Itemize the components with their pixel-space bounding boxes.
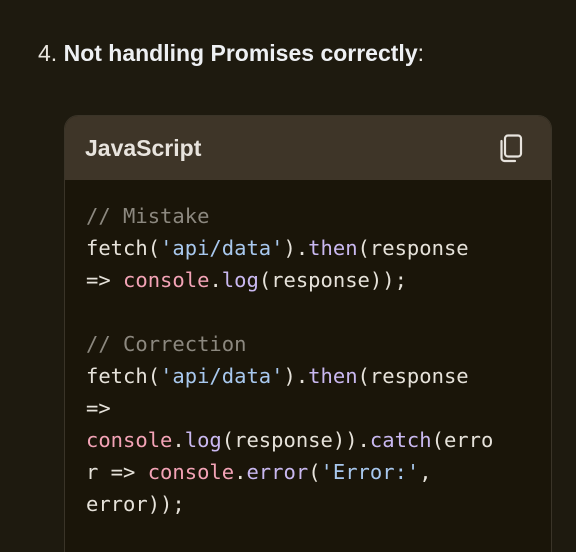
list-number: 4. <box>38 40 58 66</box>
code-token: console <box>86 428 173 452</box>
code-token: then <box>308 236 358 260</box>
code-token: (erro <box>431 428 494 452</box>
copy-code-button[interactable] <box>497 132 525 164</box>
code-token: ). <box>283 364 309 388</box>
code-token: , <box>419 460 432 484</box>
code-block-header: JavaScript <box>65 116 551 180</box>
code-line: error)); <box>86 488 531 520</box>
code-token: . <box>172 428 185 452</box>
code-token: 'Error:' <box>320 460 420 484</box>
code-token: log <box>221 268 259 292</box>
code-token: => <box>86 268 124 292</box>
code-line: fetch('api/data').then(response <box>86 232 531 264</box>
code-token: 'api/data' <box>160 236 284 260</box>
list-item-heading: 4. Not handling Promises correctly: <box>38 38 424 68</box>
code-token: console <box>123 268 210 292</box>
code-line: r => console.error('Error:', <box>86 456 531 488</box>
code-token: log <box>184 428 222 452</box>
code-line: fetch('api/data').then(response <box>86 360 531 392</box>
code-line: => <box>86 392 531 424</box>
code-token: fetch( <box>86 236 161 260</box>
code-token: error)); <box>86 492 185 516</box>
code-token: => <box>86 396 111 420</box>
code-block: JavaScript // Mistake fetch('api/data').t… <box>64 115 552 552</box>
code-token: ( <box>308 460 321 484</box>
code-token: fetch( <box>86 364 161 388</box>
code-content: // Mistake fetch('api/data').then(respons… <box>65 180 551 520</box>
code-line: console.log(response)).catch(erro <box>86 424 531 456</box>
code-token: // Mistake <box>86 204 210 228</box>
code-token: (response <box>357 364 469 388</box>
code-token: r => <box>86 460 148 484</box>
code-token: (response <box>357 236 469 260</box>
code-language-label: JavaScript <box>85 134 202 161</box>
code-token: (response)). <box>221 428 370 452</box>
code-token: . <box>209 268 222 292</box>
code-token: 'api/data' <box>160 364 284 388</box>
copy-icon <box>500 134 523 163</box>
heading-title: Not handling Promises correctly <box>63 40 418 66</box>
code-token: then <box>308 364 358 388</box>
code-line: => console.log(response)); <box>86 264 531 296</box>
code-token: catch <box>369 428 432 452</box>
code-token: ). <box>283 236 309 260</box>
heading-colon: : <box>417 40 424 66</box>
code-line: // Mistake <box>86 200 531 232</box>
code-token: console <box>147 460 235 484</box>
code-token: // Correction <box>86 332 247 356</box>
code-token: (response)); <box>258 268 407 292</box>
code-token: . <box>234 460 247 484</box>
code-line: // Correction <box>86 328 531 360</box>
code-token: error <box>246 460 309 484</box>
